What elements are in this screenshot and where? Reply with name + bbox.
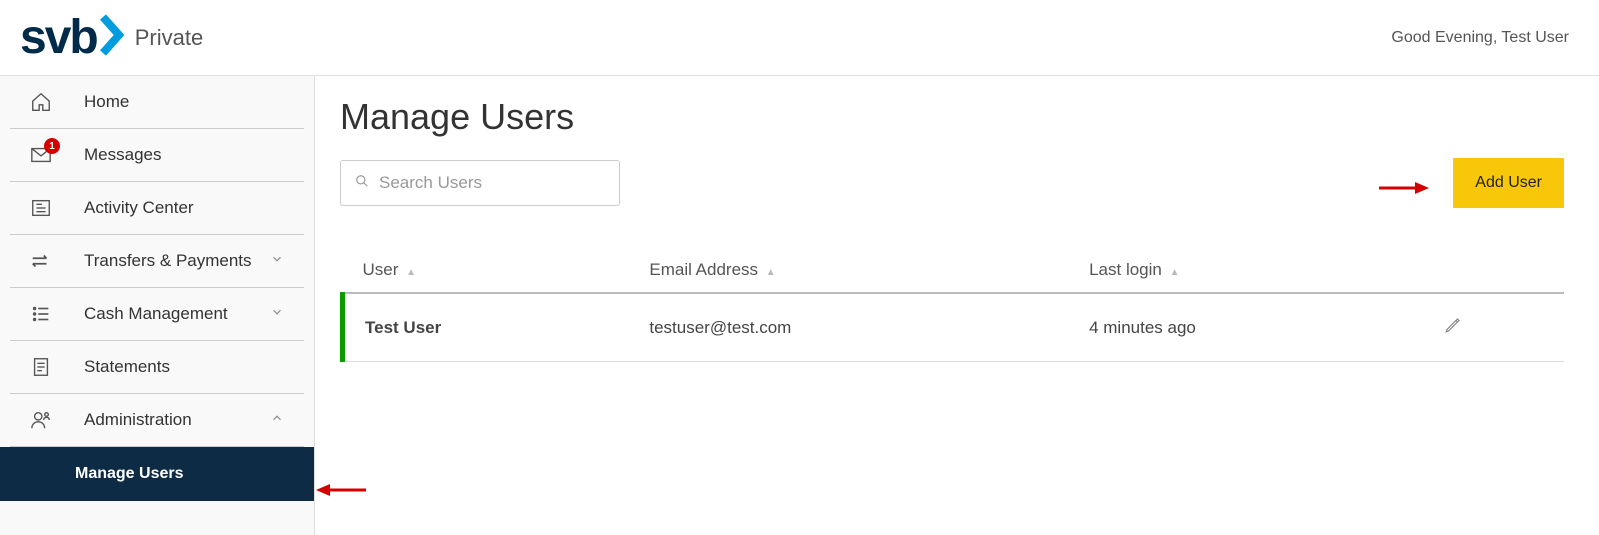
edit-icon[interactable] — [1444, 319, 1462, 338]
user-lastlogin-cell: 4 minutes ago — [1069, 293, 1424, 362]
user-name-cell: Test User — [343, 293, 630, 362]
sidebar-item-label: Statements — [84, 357, 284, 377]
logo[interactable]: svb Private — [20, 10, 203, 65]
envelope-icon: 1 — [30, 144, 52, 166]
column-header-label: Email Address — [649, 260, 758, 279]
brand-text: svb — [20, 10, 97, 65]
news-icon — [30, 197, 52, 219]
greeting-text: Good Evening, Test User — [1391, 29, 1569, 47]
column-header-user[interactable]: User ▲ — [343, 248, 630, 293]
transfers-icon — [30, 250, 52, 272]
main-content: Manage Users Add User User ▲ Email Addre — [315, 76, 1599, 535]
home-icon — [30, 91, 52, 113]
sidebar-item-label: Home — [84, 92, 284, 112]
sidebar-item-activity-center[interactable]: Activity Center — [10, 182, 304, 235]
admin-icon — [30, 409, 52, 431]
sidebar-item-home[interactable]: Home — [10, 76, 304, 129]
page-title: Manage Users — [340, 96, 1564, 138]
column-header-label: Last login — [1089, 260, 1162, 279]
sidebar-item-messages[interactable]: 1 Messages — [10, 129, 304, 182]
user-email-cell: testuser@test.com — [629, 293, 1069, 362]
search-input[interactable] — [379, 173, 605, 193]
chevron-up-icon — [270, 410, 284, 430]
sidebar-item-label: Administration — [84, 410, 270, 430]
brand-subtext: Private — [135, 25, 203, 51]
search-box[interactable] — [340, 160, 620, 206]
sidebar-item-cash-management[interactable]: Cash Management — [10, 288, 304, 341]
sidebar-subitem-label: Manage Users — [75, 465, 184, 482]
sort-asc-icon: ▲ — [406, 267, 416, 278]
sidebar-item-label: Transfers & Payments — [84, 251, 270, 271]
annotation-arrow-icon — [316, 480, 366, 505]
users-table: User ▲ Email Address ▲ Last login ▲ — [340, 248, 1564, 362]
sidebar-item-administration[interactable]: Administration — [10, 394, 304, 447]
chevron-right-icon — [99, 13, 127, 62]
sidebar-subitem-manage-users[interactable]: Manage Users — [0, 447, 314, 501]
column-header-email[interactable]: Email Address ▲ — [629, 248, 1069, 293]
list-icon — [30, 303, 52, 325]
column-header-last-login[interactable]: Last login ▲ — [1069, 248, 1424, 293]
search-icon — [355, 174, 369, 193]
notification-badge: 1 — [44, 138, 60, 154]
sidebar-item-label: Cash Management — [84, 304, 270, 324]
chevron-down-icon — [270, 304, 284, 324]
sidebar: Home 1 Messages Activity Center Transfer… — [0, 76, 315, 535]
column-header-actions — [1424, 248, 1564, 293]
annotation-arrow-icon — [1379, 178, 1429, 203]
table-row[interactable]: Test User testuser@test.com 4 minutes ag… — [343, 293, 1565, 362]
sort-asc-icon: ▲ — [766, 267, 776, 278]
sort-asc-icon: ▲ — [1170, 267, 1180, 278]
column-header-label: User — [363, 260, 399, 279]
header: svb Private Good Evening, Test User — [0, 0, 1599, 76]
document-icon — [30, 356, 52, 378]
user-actions-cell — [1424, 293, 1564, 362]
sidebar-item-statements[interactable]: Statements — [10, 341, 304, 394]
add-user-button[interactable]: Add User — [1453, 158, 1564, 208]
sidebar-item-transfers-payments[interactable]: Transfers & Payments — [10, 235, 304, 288]
chevron-down-icon — [270, 251, 284, 271]
sidebar-item-label: Activity Center — [84, 198, 284, 218]
sidebar-item-label: Messages — [84, 145, 284, 165]
